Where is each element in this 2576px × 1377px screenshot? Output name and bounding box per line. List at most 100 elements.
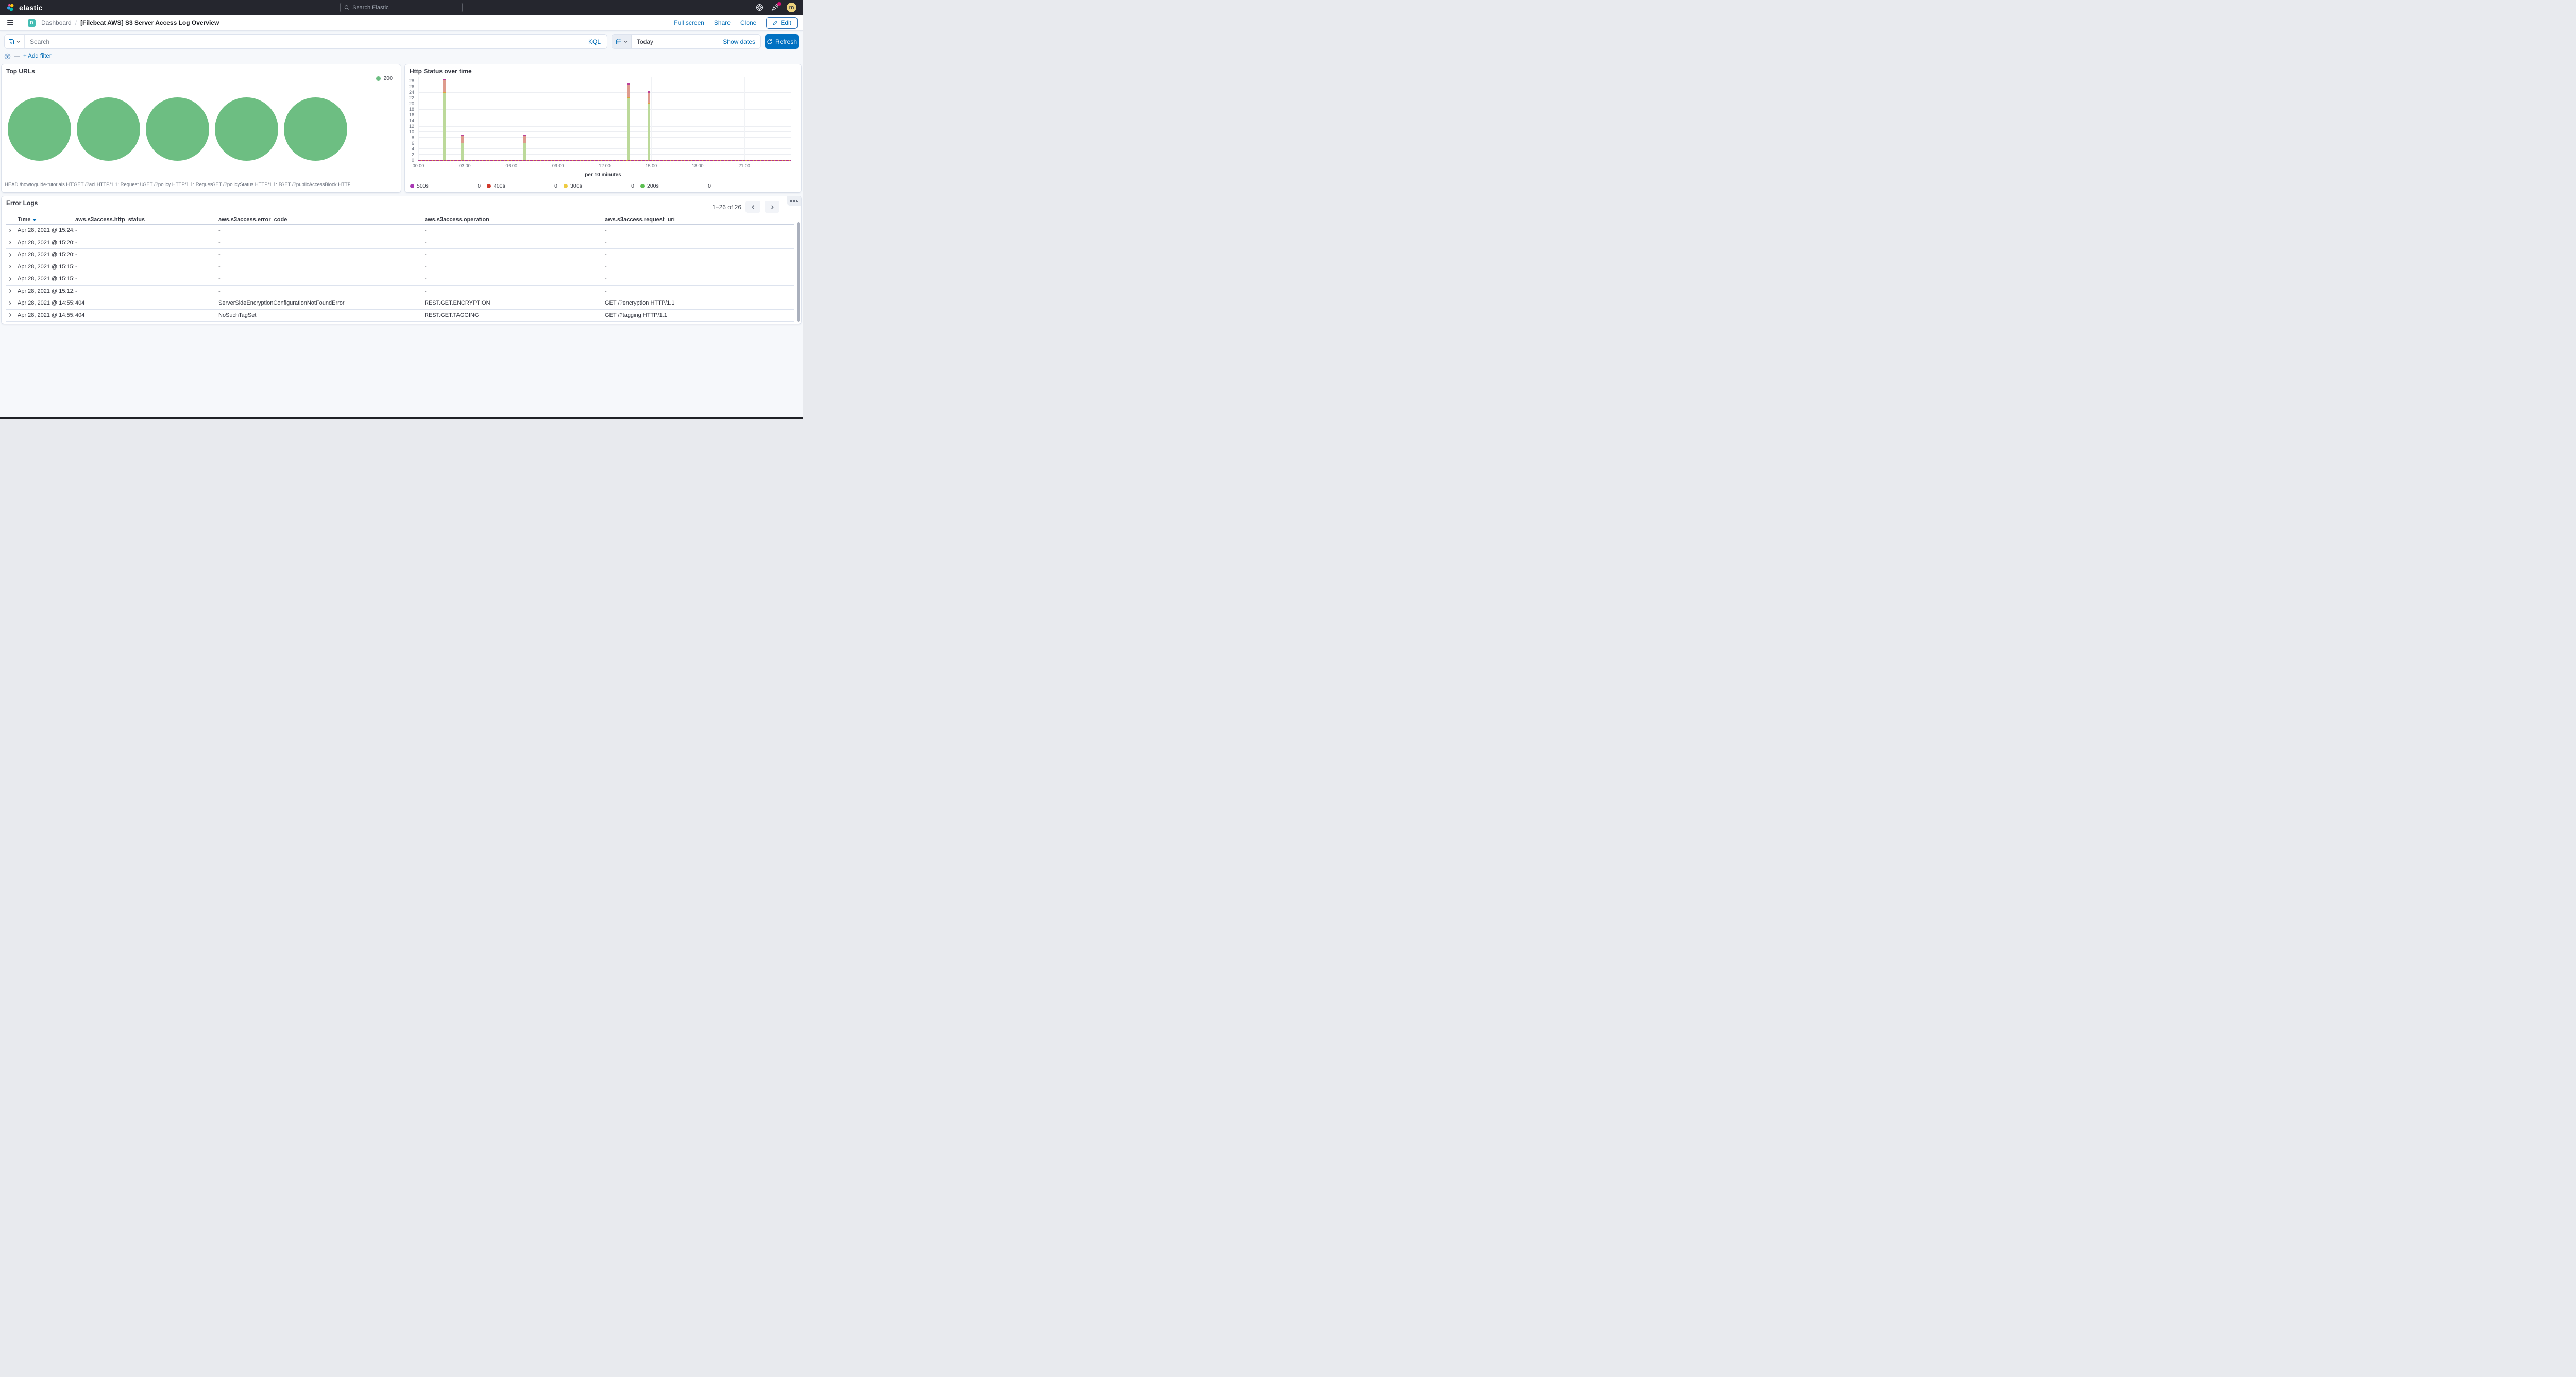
dashboard-app-badge[interactable]: D: [28, 19, 36, 27]
column-header-error-code[interactable]: aws.s3access.error_code: [218, 216, 425, 223]
bar-segment-400s: [523, 136, 526, 143]
expand-row-button[interactable]: [6, 228, 18, 233]
date-quick-select-button[interactable]: [612, 35, 632, 48]
kql-search-input[interactable]: [25, 38, 582, 45]
pie-chart[interactable]: [215, 97, 278, 161]
full-screen-button[interactable]: Full screen: [674, 19, 704, 26]
table-header-row: Time aws.s3access.http_status aws.s3acce…: [6, 215, 794, 225]
stacked-bar[interactable]: [648, 77, 650, 160]
expand-row-button[interactable]: [6, 253, 18, 257]
expand-row-button[interactable]: [6, 313, 18, 317]
cell-time: Apr 28, 2021 @ 15:12:12.088: [18, 288, 75, 294]
legend-dot: [487, 184, 491, 188]
pie-label: GET /?acl HTTP/1.1: Request Uri: [74, 182, 143, 188]
legend-label: 300s: [570, 183, 582, 189]
elastic-logo-icon: [6, 3, 15, 12]
refresh-button[interactable]: Refresh: [765, 34, 799, 49]
breadcrumb: Dashboard / [Filebeat AWS] S3 Server Acc…: [41, 19, 219, 26]
pie-label: GET /?publicAccessBlock HTTP/1...: [281, 182, 350, 188]
pie-label: GET /?policy HTTP/1.1: Request Uri: [143, 182, 212, 188]
legend-value: 0: [708, 183, 717, 189]
edit-button[interactable]: Edit: [766, 17, 798, 29]
pie-item: [212, 97, 281, 161]
cell-error-code: -: [218, 240, 425, 246]
cell-operation: -: [425, 264, 605, 270]
bar-segment-200s: [648, 104, 650, 160]
cell-time: Apr 28, 2021 @ 15:24:56.791: [18, 227, 75, 233]
header-right-icons: m: [756, 3, 796, 12]
column-header-operation[interactable]: aws.s3access.operation: [425, 216, 605, 223]
global-search-input[interactable]: [352, 5, 459, 11]
http-x-axis: 00:0003:0006:0009:0012:0015:0018:0021:00: [418, 163, 791, 170]
pie-chart[interactable]: [284, 97, 347, 161]
http-plot: [418, 77, 791, 161]
expand-row-button[interactable]: [6, 301, 18, 306]
cell-http-status: -: [75, 227, 218, 233]
stacked-bar[interactable]: [523, 77, 526, 160]
pie-chart[interactable]: [146, 97, 209, 161]
legend-item[interactable]: 400s0: [487, 183, 564, 189]
table-scrollbar[interactable]: [797, 222, 800, 322]
table-row: Apr 28, 2021 @ 14:55:24.000403Authorizat…: [6, 322, 794, 324]
cell-http-status: 404: [75, 300, 218, 306]
http-status-panel: Http Status over time 024681012141618202…: [405, 64, 801, 192]
error-logs-table: Time aws.s3access.http_status aws.s3acce…: [6, 215, 794, 324]
news-feed-icon[interactable]: [771, 4, 779, 11]
cell-request-uri: -: [605, 240, 794, 246]
share-button[interactable]: Share: [714, 19, 731, 26]
x-tick-label: 09:00: [552, 163, 564, 169]
legend-value: 0: [631, 183, 640, 189]
show-dates-button[interactable]: Show dates: [718, 38, 760, 45]
bar-segment-400s: [627, 85, 630, 98]
vertical-gridline: [418, 77, 419, 160]
y-tick-label: 24: [409, 90, 414, 95]
breadcrumb-dashboard-link[interactable]: Dashboard: [41, 19, 72, 26]
pie-chart[interactable]: [8, 97, 71, 161]
previous-page-button[interactable]: [745, 201, 760, 213]
saved-query-menu-button[interactable]: [5, 35, 25, 48]
menu-hamburger-icon[interactable]: [4, 18, 16, 27]
error-logs-body: Apr 28, 2021 @ 15:24:56.791----Apr 28, 2…: [6, 225, 794, 324]
panel-options-icon[interactable]: [787, 196, 801, 206]
next-page-button[interactable]: [765, 201, 779, 213]
cell-request-uri: GET /?encryption HTTP/1.1: [605, 300, 794, 306]
clone-button[interactable]: Clone: [740, 19, 756, 26]
vertical-gridline: [744, 77, 745, 160]
kql-language-button[interactable]: KQL: [582, 38, 607, 45]
refresh-icon: [767, 39, 773, 45]
column-header-time[interactable]: Time: [18, 216, 75, 223]
time-range-value[interactable]: Today: [632, 38, 718, 45]
top-urls-legend[interactable]: 200: [376, 75, 393, 81]
pie-item: [5, 97, 74, 161]
cell-http-status: -: [75, 264, 218, 270]
stacked-bar[interactable]: [443, 77, 446, 160]
edit-button-label: Edit: [781, 19, 791, 26]
cell-time: Apr 28, 2021 @ 15:20:40.975: [18, 251, 75, 258]
column-header-http-status[interactable]: aws.s3access.http_status: [75, 216, 218, 223]
top-urls-pie-labels: HEAD /howtoguide-tutorials HTTP...GET /?…: [5, 182, 350, 188]
date-picker-control: Today Show dates: [612, 34, 761, 49]
user-avatar[interactable]: m: [787, 3, 796, 12]
legend-label: 400s: [494, 183, 505, 189]
pie-chart[interactable]: [77, 97, 140, 161]
expand-row-button[interactable]: [6, 240, 18, 245]
filter-icon[interactable]: [4, 53, 11, 60]
legend-item[interactable]: 200s0: [640, 183, 717, 189]
expand-row-button[interactable]: [6, 264, 18, 269]
cell-operation: REST.GET.ENCRYPTION: [425, 300, 605, 306]
pie-label: HEAD /howtoguide-tutorials HTTP...: [5, 182, 74, 188]
chevron-right-icon: [770, 205, 775, 210]
elastic-logo[interactable]: elastic: [6, 3, 43, 12]
stacked-bar[interactable]: [627, 77, 630, 160]
add-filter-button[interactable]: + Add filter: [23, 53, 52, 59]
expand-row-button[interactable]: [6, 289, 18, 293]
help-icon[interactable]: [756, 4, 764, 11]
global-search-box[interactable]: [340, 3, 463, 12]
stacked-bar[interactable]: [461, 77, 464, 160]
legend-item[interactable]: 300s 0: [564, 183, 640, 189]
search-icon: [344, 5, 349, 10]
column-header-request-uri[interactable]: aws.s3access.request_uri: [605, 216, 794, 223]
cell-request-uri: GET /?tagging HTTP/1.1: [605, 312, 794, 318]
legend-item[interactable]: 500s0: [410, 183, 487, 189]
expand-row-button[interactable]: [6, 277, 18, 281]
